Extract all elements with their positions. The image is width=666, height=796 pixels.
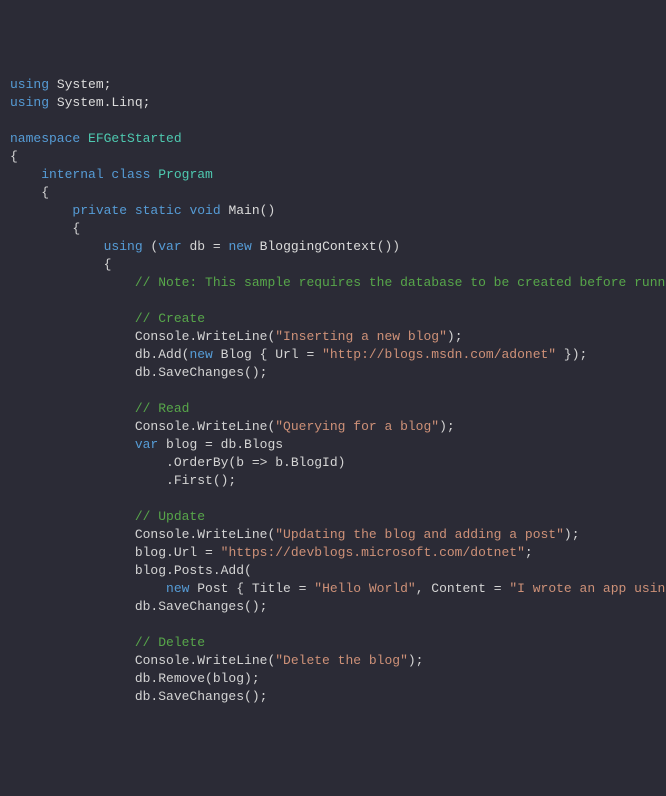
paren: (	[143, 239, 159, 254]
statement-end: );	[439, 419, 455, 434]
brace-open: {	[10, 221, 80, 236]
string-literal: "Inserting a new blog"	[275, 329, 447, 344]
statement-end: );	[408, 653, 424, 668]
keyword-namespace: namespace	[10, 131, 80, 146]
statement-end: ;	[525, 545, 533, 560]
string-literal: "Hello World"	[314, 581, 415, 596]
keyword-new: new	[189, 347, 212, 362]
string-literal: "Delete the blog"	[275, 653, 408, 668]
statement: blog = db.Blogs	[158, 437, 283, 452]
comment-note: // Note: This sample requires the databa…	[10, 275, 666, 290]
keyword-using: using	[10, 239, 143, 254]
namespace-ref: System.Linq;	[49, 95, 150, 110]
keyword-class: class	[104, 167, 151, 182]
object-init: Blog { Url =	[213, 347, 322, 362]
keyword-var: var	[158, 239, 181, 254]
comment-read: // Read	[10, 401, 189, 416]
keyword-void: void	[182, 203, 221, 218]
string-literal: "Querying for a blog"	[275, 419, 439, 434]
string-literal: "I wrote an app using	[509, 581, 666, 596]
namespace-name: EFGetStarted	[80, 131, 181, 146]
keyword-internal: internal	[10, 167, 104, 182]
keyword-private: private	[10, 203, 127, 218]
class-name: Program	[150, 167, 212, 182]
string-literal: "http://blogs.msdn.com/adonet"	[322, 347, 556, 362]
brace-open: {	[10, 257, 111, 272]
comment-delete: // Delete	[10, 635, 205, 650]
namespace-ref: System;	[49, 77, 111, 92]
paren: ())	[377, 239, 400, 254]
statement: Console.WriteLine(	[10, 653, 275, 668]
statement: Console.WriteLine(	[10, 419, 275, 434]
keyword-static: static	[127, 203, 182, 218]
statement-end: );	[564, 527, 580, 542]
statement-end: );	[447, 329, 463, 344]
object-init: Post { Title =	[189, 581, 314, 596]
statement: .First();	[10, 473, 236, 488]
statement: db.Remove(blog);	[10, 671, 260, 686]
assignment: db =	[182, 239, 229, 254]
statement: db.Add(	[10, 347, 189, 362]
indent	[10, 581, 166, 596]
parentheses: ()	[260, 203, 276, 218]
keyword-var: var	[135, 437, 158, 452]
string-literal: "https://devblogs.microsoft.com/dotnet"	[221, 545, 525, 560]
comment-create: // Create	[10, 311, 205, 326]
statement: db.SaveChanges();	[10, 599, 267, 614]
statement: .OrderBy(b => b.BlogId)	[10, 455, 345, 470]
comment-update: // Update	[10, 509, 205, 524]
keyword-new: new	[166, 581, 189, 596]
keyword-using: using	[10, 95, 49, 110]
statement-end: });	[556, 347, 587, 362]
type-name: BloggingContext	[252, 239, 377, 254]
code-editor: using System; using System.Linq; namespa…	[10, 76, 666, 706]
object-init: , Content =	[416, 581, 510, 596]
brace-open: {	[10, 149, 18, 164]
method-name: Main	[221, 203, 260, 218]
string-literal: "Updating the blog and adding a post"	[275, 527, 564, 542]
brace-open: {	[10, 185, 49, 200]
statement: db.SaveChanges();	[10, 365, 267, 380]
statement: db.SaveChanges();	[10, 689, 267, 704]
statement: blog.Url =	[10, 545, 221, 560]
keyword-new: new	[228, 239, 251, 254]
statement: Console.WriteLine(	[10, 329, 275, 344]
keyword-using: using	[10, 77, 49, 92]
indent	[10, 437, 135, 452]
statement: blog.Posts.Add(	[10, 563, 252, 578]
statement: Console.WriteLine(	[10, 527, 275, 542]
